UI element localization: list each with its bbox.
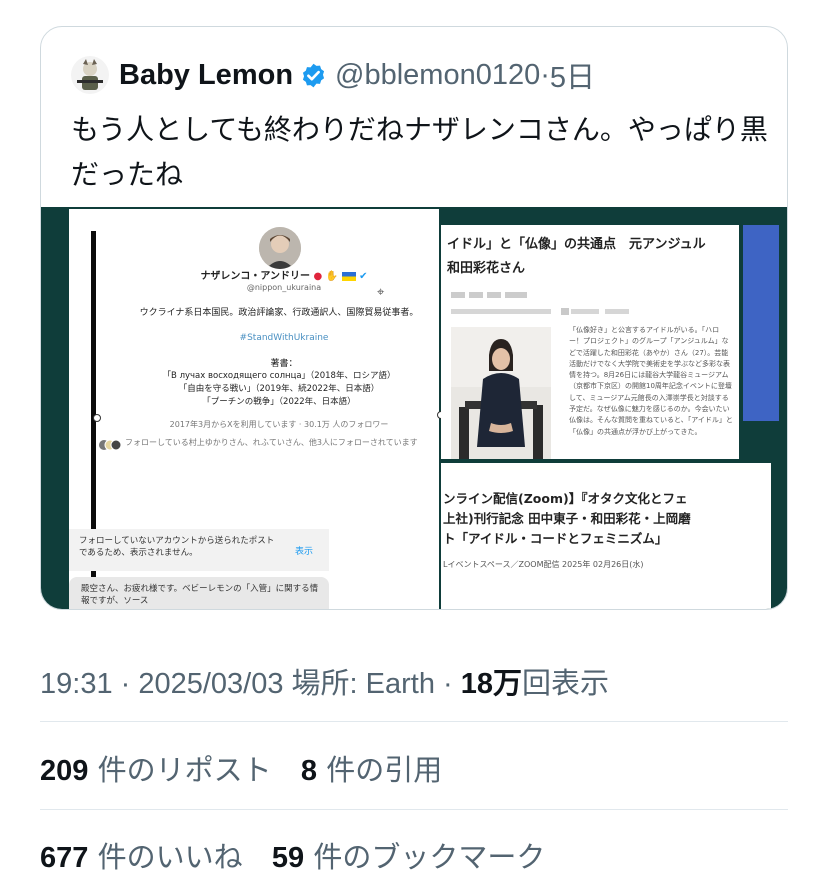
reposts-label: 件のリポスト xyxy=(97,753,272,787)
avatar[interactable] xyxy=(71,56,109,94)
engagement-stats-row-2: 677 件のいいね 59 件のブックマーク xyxy=(40,834,545,876)
likes-stat[interactable]: 677 件のいいね xyxy=(40,840,263,874)
verified-badge-icon: ✔ xyxy=(359,271,368,282)
tweet-timestamp: 19:31 · 2025/03/03 場所: Earth · 18万回表示 xyxy=(40,660,609,702)
profile-avatar xyxy=(259,227,301,269)
article-side-banner xyxy=(743,225,779,421)
work-item: 「自由を守る戦い」（2019年、続2022年、日本語） xyxy=(178,384,380,394)
quotes-label: 件の引用 xyxy=(326,753,443,787)
article-screenshot: イドル」と「仏像」の共通点 元アンジュル 和田彩花さん 「仏像好き」と公言するア… xyxy=(441,225,739,459)
crop-handle-icon xyxy=(93,414,101,422)
hidden-post-notice: フォローしていないアカウントから送られたポストであるため、表示されません。 表示 xyxy=(69,529,329,571)
work-item: 「プーチンの戦争」（2022年、日本語） xyxy=(202,397,356,407)
tweet-age[interactable]: 5日 xyxy=(550,54,595,96)
bookmarks-label: 件のブックマーク xyxy=(313,840,546,874)
cursor-icon: ⌖ xyxy=(377,285,385,300)
separator: · xyxy=(443,668,453,700)
ukraine-flag-icon xyxy=(341,271,356,281)
author-name[interactable]: Baby Lemon xyxy=(119,59,293,92)
divider xyxy=(40,809,788,810)
quotes-count: 8 xyxy=(300,755,317,787)
attached-media[interactable]: ナザレンコ・アンドリー ● ✋ ✔ @nippon_ukuraina ⌖ ウクラ… xyxy=(41,207,787,609)
profile-screenshot: ナザレンコ・アンドリー ● ✋ ✔ @nippon_ukuraina ⌖ ウクラ… xyxy=(69,209,439,609)
profile-name: ナザレンコ・アンドリー ● ✋ ✔ xyxy=(200,271,368,282)
post-location: 場所: Earth xyxy=(291,668,435,700)
author-handle[interactable]: @bblemon0120 xyxy=(335,59,540,92)
event-screenshot: ンライン配信(Zoom)】『オタク文化とフェ 上社)刊行記念 田中東子・和田彩花… xyxy=(441,463,771,609)
works-heading: 著書： xyxy=(270,359,298,369)
followed-by: フォローしている村上ゆかりさん、れふていさん、他3人にフォローされています xyxy=(99,437,439,451)
event-title: ンライン配信(Zoom)】『オタク文化とフェ 上社)刊行記念 田中東子・和田彩花… xyxy=(443,491,691,546)
quotes-stat[interactable]: 8 件の引用 xyxy=(301,753,442,787)
article-photo xyxy=(451,327,551,459)
quoted-tweet-header: Baby Lemon @bblemon0120 · 5日 xyxy=(71,55,595,95)
event-date: Lイベントスペース／ZOOM配信 2025年 02月26日(水) xyxy=(443,560,644,569)
post-time[interactable]: 19:31 · 2025/03/03 xyxy=(40,668,283,700)
follower-avatars-icon xyxy=(99,439,121,451)
article-title: イドル」と「仏像」の共通点 元アンジュル 和田彩花さん xyxy=(447,237,706,276)
likes-label: 件のいいね xyxy=(97,840,243,874)
reposts-stat[interactable]: 209 件のリポスト xyxy=(40,753,292,787)
likes-count: 677 xyxy=(40,842,89,874)
notice-text: フォローしていないアカウントから送られたポストであるため、表示されません。 xyxy=(79,536,275,558)
view-count: 18万 xyxy=(460,668,523,700)
japan-flag-icon: ● xyxy=(313,271,323,282)
handshake-icon: ✋ xyxy=(325,271,339,282)
work-item: 「В лучах восходящего солнца」（2018年、ロシア語） xyxy=(162,371,396,381)
bookmarks-stat[interactable]: 59 件のブックマーク xyxy=(272,840,546,874)
divider xyxy=(40,721,788,722)
engagement-stats-row-1: 209 件のリポスト 8 件の引用 xyxy=(40,747,442,789)
message-text: 殿空さん、お疲れ様です。ベビーレモンの「入管」に関する情報ですが、ソース xyxy=(81,584,319,606)
profile-handle: @nippon_ukuraina xyxy=(246,283,322,292)
article-date-bar xyxy=(451,308,629,315)
article-body: 「仏像好き」と公言するアイドルがいる。「ハロー！プロジェクト」のグループ「アンジ… xyxy=(569,326,733,436)
hashtag: #StandWithUkraine xyxy=(239,333,329,343)
quoted-tweet-text: もう人としても終わりだねナザレンコさん。やっぱり黒だったね xyxy=(71,113,768,191)
quoted-tweet-card[interactable]: Baby Lemon @bblemon0120 · 5日 もう人としても終わりだ… xyxy=(40,26,788,610)
show-button: 表示 xyxy=(295,547,314,557)
profile-bio: ウクライナ系日本国民。政治評論家、行政通訳人、国際貿易従事者。 xyxy=(139,308,419,318)
separator: · xyxy=(540,58,550,91)
message-bubble: 殿空さん、お疲れ様です。ベビーレモンの「入管」に関する情報ですが、ソース xyxy=(69,577,329,609)
join-info: 2017年3月からXを利用しています · 30.1万 人のフォロワー xyxy=(169,420,389,429)
verified-badge-icon xyxy=(302,63,325,87)
view-label: 回表示 xyxy=(522,668,610,700)
bookmarks-count: 59 xyxy=(271,842,305,874)
reposts-count: 209 xyxy=(40,755,89,787)
article-meta-bar xyxy=(451,292,527,298)
